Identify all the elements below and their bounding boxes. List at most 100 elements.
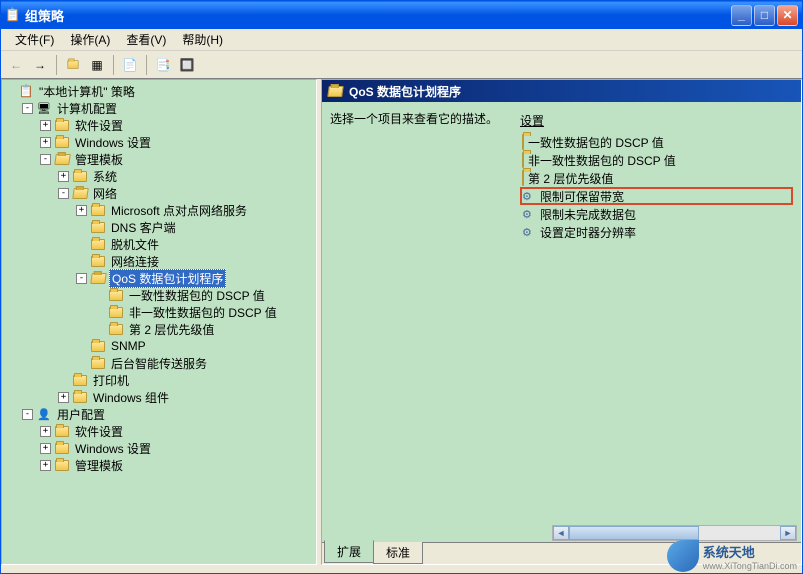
tree-bits[interactable]: 后台智能传送服务 [76,355,314,371]
menu-file[interactable]: 文件(F) [7,29,62,50]
back-button: ← [5,54,27,76]
list-item-limit-bandwidth[interactable]: 限制可保留带宽 [520,187,793,205]
folder-icon [54,118,70,132]
toolbar: ← → ▦ 📄 📑 🔲 [1,51,802,79]
properties-button[interactable]: 📄 [119,54,141,76]
list-item[interactable]: 一致性数据包的 DSCP 值 [520,133,793,151]
tree-dscp1[interactable]: 一致性数据包的 DSCP 值 [94,287,314,303]
tree-layer2[interactable]: 第 2 层优先级值 [94,321,314,337]
list-item[interactable]: 第 2 层优先级值 [520,169,793,187]
menubar: 文件(F) 操作(A) 查看(V) 帮助(H) [1,29,802,51]
filter-button[interactable]: 🔲 [176,54,198,76]
watermark-url: www.XiTongTianDi.com [703,561,797,571]
menu-view[interactable]: 查看(V) [118,29,174,50]
tree-computer-config[interactable]: - 计算机配置 [22,100,314,116]
tree-windows-settings[interactable]: +Windows 设置 [40,134,314,150]
expand-icon[interactable]: + [76,205,87,216]
list-item[interactable]: 设置定时器分辨率 [520,223,793,241]
setting-icon [522,189,536,203]
folder-icon [90,356,106,370]
tree-printer[interactable]: 打印机 [58,372,314,388]
tree-network[interactable]: -网络 [58,185,314,201]
tree-windows-components[interactable]: +Windows 组件 [58,389,314,405]
folder-icon [522,153,524,167]
expand-icon[interactable]: + [40,443,51,454]
scroll-thumb[interactable] [569,526,699,540]
scroll-right-button[interactable]: ► [780,526,796,540]
horizontal-scrollbar[interactable]: ◄ ► [552,525,797,541]
tree-dns[interactable]: DNS 客户端 [76,219,314,235]
close-button[interactable]: ✕ [777,5,798,26]
show-hide-tree-button[interactable]: ▦ [86,54,108,76]
collapse-icon[interactable]: - [22,409,33,420]
folder-icon [90,237,106,251]
tab-standard[interactable]: 标准 [373,542,423,564]
tree-user-software[interactable]: +软件设置 [40,423,314,439]
titlebar[interactable]: 📋 组策略 _ □ ✕ [1,1,802,29]
up-folder-button[interactable] [62,54,84,76]
collapse-icon[interactable]: - [76,273,87,284]
tree-user-admin[interactable]: +管理模板 [40,457,314,473]
tree-user-config[interactable]: -用户配置 [22,406,314,422]
tree-admin-templates[interactable]: -管理模板 [40,151,314,167]
folder-icon [522,171,524,185]
menu-help[interactable]: 帮助(H) [174,29,231,50]
expand-icon[interactable]: + [58,392,69,403]
minimize-button[interactable]: _ [731,5,752,26]
details-header: QoS 数据包计划程序 [322,80,801,102]
expand-icon[interactable]: + [40,120,51,131]
tree-software[interactable]: +软件设置 [40,117,314,133]
folder-icon [90,203,106,217]
folder-icon [72,390,88,404]
maximize-button[interactable]: □ [754,5,775,26]
app-icon: 📋 [5,7,21,23]
setting-icon [522,207,536,221]
tree-dscp2[interactable]: 非一致性数据包的 DSCP 值 [94,304,314,320]
computer-icon [36,101,52,115]
menu-action[interactable]: 操作(A) [62,29,118,50]
expand-icon[interactable]: + [40,137,51,148]
watermark: 系统天地 www.XiTongTianDi.com [667,540,797,572]
forward-button[interactable]: → [29,54,51,76]
user-icon [36,407,52,421]
tree-qos[interactable]: -QoS 数据包计划程序 [76,270,314,286]
tab-extended[interactable]: 扩展 [324,540,374,563]
folder-icon [108,305,124,319]
details-panel: QoS 数据包计划程序 选择一个项目来查看它的描述。 设置 一致性数据包的 DS… [321,79,802,565]
tree-snmp[interactable]: SNMP [76,338,314,354]
settings-list: 一致性数据包的 DSCP 值 非一致性数据包的 DSCP 值 第 2 层优先级值… [520,133,793,241]
folder-open-icon [72,186,88,200]
expand-icon[interactable]: + [40,426,51,437]
folder-icon [90,254,106,268]
folder-icon [90,220,106,234]
tree-user-windows[interactable]: +Windows 设置 [40,440,314,456]
tree-network-connections[interactable]: 网络连接 [76,253,314,269]
expand-icon[interactable]: + [58,171,69,182]
watermark-logo-icon [667,540,699,572]
list-item[interactable]: 限制未完成数据包 [520,205,793,223]
collapse-icon[interactable]: - [40,154,51,165]
details-title: QoS 数据包计划程序 [349,83,461,100]
collapse-icon[interactable]: - [22,103,33,114]
tree-ms-p2p[interactable]: +Microsoft 点对点网络服务 [76,202,314,218]
folder-icon [108,288,124,302]
collapse-icon[interactable]: - [58,188,69,199]
scroll-left-button[interactable]: ◄ [553,526,569,540]
tree-offline-files[interactable]: 脱机文件 [76,236,314,252]
tree-root[interactable]: 📋 "本地计算机" 策略 [4,83,314,99]
window-title: 组策略 [25,6,731,25]
folder-icon [90,339,106,353]
tree-system[interactable]: +系统 [58,168,314,184]
folder-icon [522,135,524,149]
folder-icon [54,441,70,455]
tree-panel[interactable]: 📋 "本地计算机" 策略 - 计算机配置 +软件设置 [1,79,317,565]
description-text: 选择一个项目来查看它的描述。 [330,110,512,127]
list-item[interactable]: 非一致性数据包的 DSCP 值 [520,151,793,169]
export-button[interactable]: 📑 [152,54,174,76]
folder-open-icon [90,271,106,285]
column-header-setting[interactable]: 设置 [520,110,793,133]
folder-icon [54,458,70,472]
expand-icon[interactable]: + [40,460,51,471]
folder-open-icon [54,152,70,166]
watermark-text: 系统天地 [703,542,797,561]
